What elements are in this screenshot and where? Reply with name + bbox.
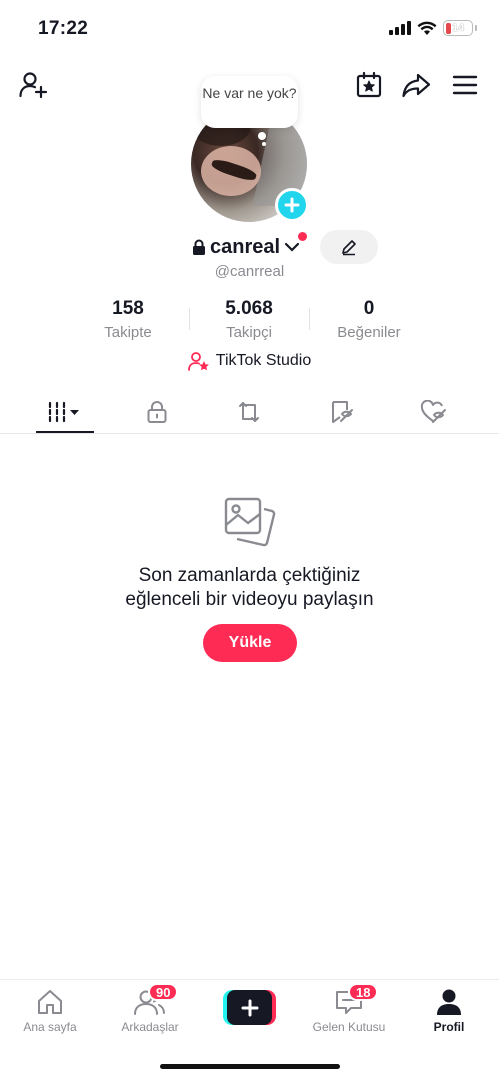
stat-likes-label: Beğeniler [337, 324, 401, 341]
calendar-star-icon [356, 71, 382, 98]
status-time: 17:22 [38, 18, 89, 39]
username-row[interactable]: canreal [192, 234, 300, 260]
wifi-icon [417, 21, 437, 35]
tab-favorites[interactable] [312, 396, 372, 428]
profile-tabs [0, 390, 499, 434]
stat-following[interactable]: 158 Takipte [68, 298, 188, 341]
favorites-icon [332, 401, 353, 423]
tab-videos[interactable] [35, 396, 95, 428]
tab-private[interactable] [127, 396, 187, 428]
battery-fill [445, 22, 451, 34]
photos-icon [221, 495, 277, 551]
stat-likes[interactable]: 0 Beğeniler [309, 298, 429, 341]
profile-icon [437, 989, 461, 1015]
repost-icon [239, 402, 259, 422]
status-bar: 17:22 14 [0, 0, 499, 60]
home-indicator [160, 1064, 340, 1069]
battery-icon: 14 [443, 20, 473, 36]
status-icons: 14 [389, 20, 477, 36]
nav-profile[interactable]: Profil [399, 988, 499, 1034]
home-icon [38, 990, 62, 1014]
note-bubble-tail-small [262, 142, 266, 146]
add-story-button[interactable] [275, 188, 309, 222]
upload-button[interactable]: Yükle [203, 624, 297, 662]
plus-icon [284, 197, 300, 213]
nav-home-label: Ana sayfa [23, 1020, 77, 1034]
menu-icon [452, 75, 478, 95]
username: canreal [210, 235, 281, 258]
pencil-icon [342, 240, 356, 256]
edit-profile-button[interactable] [320, 230, 378, 264]
battery-level: 14 [451, 22, 465, 34]
empty-state-line2: eğlenceli bir videoyu paylaşın [125, 589, 374, 610]
studio-icon [187, 352, 209, 371]
calendar-button[interactable] [352, 68, 386, 102]
note-bubble[interactable]: Ne var ne yok? [201, 76, 298, 128]
tiktok-studio-link[interactable]: TikTok Studio [0, 351, 499, 371]
nav-friends-label: Arkadaşlar [121, 1020, 179, 1034]
share-icon [402, 73, 431, 98]
active-tab-indicator [36, 431, 94, 433]
notification-dot [298, 232, 307, 241]
empty-state-line1: Son zamanlarda çektiğiniz [138, 565, 361, 586]
battery-tip [475, 25, 477, 31]
liked-icon [420, 400, 446, 423]
user-handle: @canrreal [214, 263, 285, 280]
tab-reposts[interactable] [219, 396, 279, 428]
tiktok-studio-label: TikTok Studio [215, 352, 312, 369]
plus-icon [241, 999, 258, 1016]
nav-profile-label: Profil [433, 1020, 465, 1034]
stat-likes-value: 0 [363, 298, 375, 319]
signal-icon [389, 21, 411, 35]
stat-following-value: 158 [112, 298, 144, 319]
menu-button[interactable] [448, 68, 482, 102]
private-lock-icon [147, 401, 167, 423]
add-friend-icon [19, 72, 48, 99]
lock-icon [193, 239, 205, 255]
note-bubble-tail [258, 132, 266, 140]
tab-liked[interactable] [404, 396, 464, 428]
stat-followers-value: 5.068 [225, 298, 273, 319]
nav-home[interactable]: Ana sayfa [0, 988, 100, 1034]
videos-grid-icon [48, 401, 79, 423]
empty-state-message: Son zamanlarda çektiğiniz eğlenceli bir … [0, 564, 499, 612]
stat-following-label: Takipte [104, 324, 152, 341]
nav-inbox-label: Gelen Kutusu [312, 1020, 386, 1034]
friends-badge: 90 [148, 983, 179, 1001]
inbox-badge: 18 [348, 983, 379, 1001]
stat-followers-label: Takipçi [226, 324, 272, 341]
chevron-down-icon [284, 242, 300, 252]
add-friend-button[interactable] [16, 68, 50, 102]
stat-followers[interactable]: 5.068 Takipçi [189, 298, 309, 341]
create-button[interactable] [223, 990, 276, 1025]
share-profile-button[interactable] [399, 68, 433, 102]
